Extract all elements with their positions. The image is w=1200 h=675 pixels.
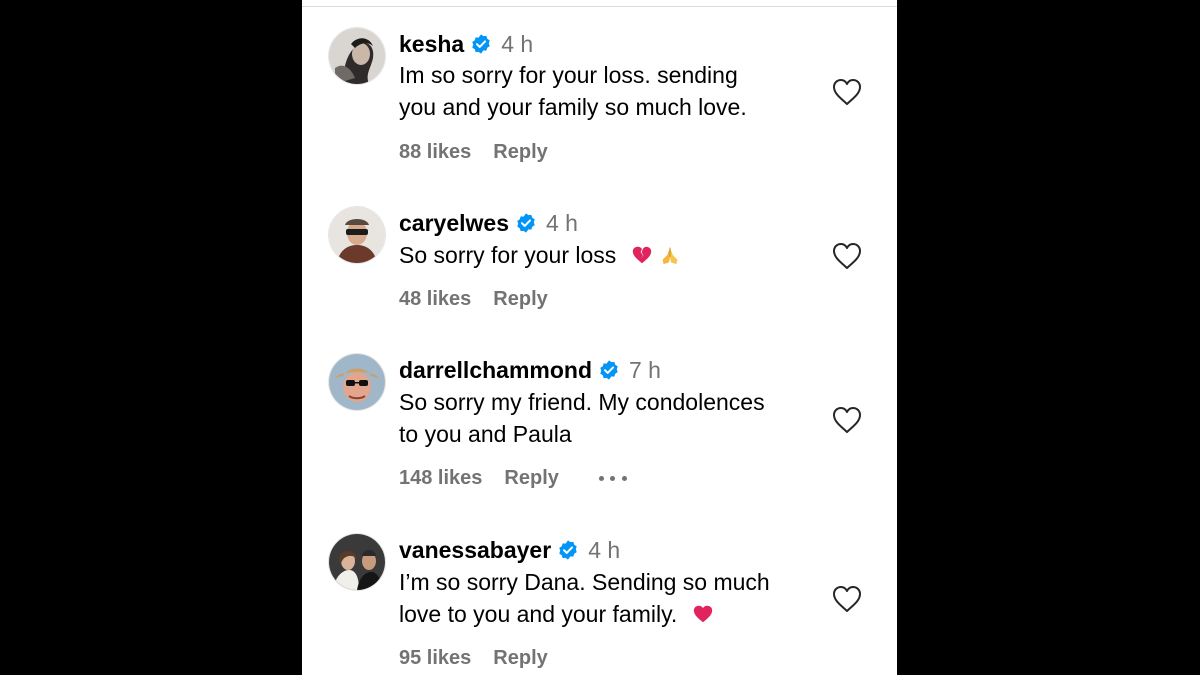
- avatar-caryelwes[interactable]: [329, 207, 385, 263]
- heart-outline-icon[interactable]: [832, 242, 862, 270]
- comment-header: vanessabayer 4 h: [399, 536, 620, 564]
- likes-count[interactable]: 48 likes: [399, 287, 471, 311]
- likes-count[interactable]: 148 likes: [399, 466, 482, 490]
- comment-meta: 148 likes Reply: [399, 466, 627, 490]
- verified-badge-icon: [515, 212, 537, 234]
- comment-text-line: So sorry my friend. My condolences: [399, 389, 765, 415]
- dot: [621, 475, 627, 481]
- comment-header: caryelwes 4 h: [399, 209, 578, 237]
- username[interactable]: kesha: [399, 30, 464, 58]
- reply-button[interactable]: Reply: [504, 466, 558, 490]
- comment-header: darrellchammond 7 h: [399, 356, 661, 384]
- timestamp: 7 h: [629, 357, 661, 383]
- comment-text: So sorry my friend. My condolences to yo…: [399, 386, 819, 450]
- heart-outline-icon[interactable]: [832, 406, 862, 434]
- top-divider: [302, 6, 897, 7]
- comment-meta: 95 likes Reply: [399, 646, 548, 670]
- heart-outline-icon[interactable]: [832, 78, 862, 106]
- comment-header: kesha 4 h: [399, 30, 533, 58]
- comments-panel: kesha 4 h Im so sorry for your loss. sen…: [302, 0, 897, 675]
- likes-count[interactable]: 88 likes: [399, 140, 471, 164]
- comment-text-content: So sorry for your loss: [399, 242, 617, 268]
- comment-text-line: to you and Paula: [399, 421, 572, 447]
- likes-count[interactable]: 95 likes: [399, 646, 471, 670]
- username[interactable]: vanessabayer: [399, 536, 551, 564]
- comment-text: Im so sorry for your loss. sending you a…: [399, 59, 819, 123]
- comment-text: So sorry for your loss: [399, 239, 819, 271]
- username[interactable]: darrellchammond: [399, 356, 592, 384]
- verified-badge-icon: [470, 33, 492, 55]
- comment-text-line-wrap: love to you and your family.: [399, 598, 819, 630]
- comment-meta: 88 likes Reply: [399, 140, 548, 164]
- comment-text-line: Im so sorry for your loss. sending: [399, 62, 738, 88]
- broken-heart-emoji: [631, 244, 653, 266]
- comment-text-line: you and your family so much love.: [399, 94, 747, 120]
- timestamp: 4 h: [545, 210, 578, 236]
- folded-hands-emoji: [659, 244, 681, 266]
- avatar-vanessabayer[interactable]: [329, 534, 385, 590]
- reply-button[interactable]: Reply: [493, 140, 547, 164]
- reply-button[interactable]: Reply: [493, 646, 547, 670]
- dot: [610, 475, 616, 481]
- reply-button[interactable]: Reply: [493, 287, 547, 311]
- comment-text-line: I’m so sorry Dana. Sending so much: [399, 569, 770, 595]
- red-heart-emoji: [692, 603, 714, 625]
- verified-badge-icon: [557, 539, 579, 561]
- comment-text: I’m so sorry Dana. Sending so much love …: [399, 566, 819, 630]
- comment-text-line: love to you and your family.: [399, 601, 678, 627]
- more-options-icon[interactable]: [598, 466, 627, 490]
- username[interactable]: caryelwes: [399, 209, 509, 237]
- avatar-darrellchammond[interactable]: [329, 354, 385, 410]
- heart-outline-icon[interactable]: [832, 585, 862, 613]
- verified-badge-icon: [598, 359, 620, 381]
- dot: [598, 475, 604, 481]
- timestamp: 4 h: [501, 31, 534, 57]
- comment-meta: 48 likes Reply: [399, 287, 548, 311]
- timestamp: 4 h: [588, 537, 621, 563]
- avatar-kesha[interactable]: [329, 28, 385, 84]
